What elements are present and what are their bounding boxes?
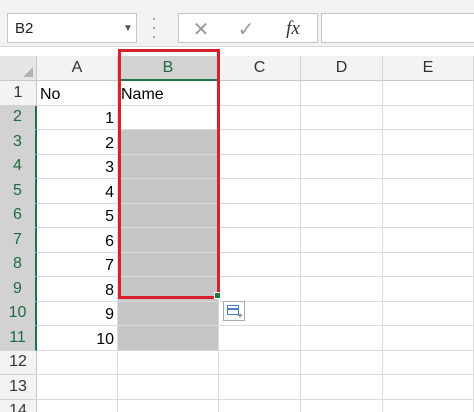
cell-d2[interactable] [301, 105, 383, 130]
row-header-1[interactable]: 1 [0, 81, 37, 106]
formula-buttons: ✕ ✓ fx [178, 13, 318, 43]
cell-e10[interactable] [383, 301, 474, 326]
cell-d11[interactable] [301, 326, 383, 351]
cell-c12[interactable] [219, 350, 301, 375]
cell-a4[interactable]: 3 [37, 154, 118, 179]
row-header-13[interactable]: 13 [0, 375, 37, 400]
cell-c4[interactable] [219, 154, 301, 179]
plus-icon: + [237, 311, 243, 322]
cell-a1[interactable]: No [37, 81, 118, 106]
fill-handle[interactable] [214, 292, 221, 299]
cell-a14[interactable] [37, 399, 118, 412]
cell-d14[interactable] [301, 399, 383, 412]
select-all-button[interactable] [0, 56, 37, 81]
row-header-4[interactable]: 4 [0, 154, 37, 179]
cell-a13[interactable] [37, 375, 118, 400]
cell-e2[interactable] [383, 105, 474, 130]
cell-d10[interactable] [301, 301, 383, 326]
cell-d13[interactable] [301, 375, 383, 400]
cell-a8[interactable]: 7 [37, 252, 118, 277]
cell-c8[interactable] [219, 252, 301, 277]
cell-e11[interactable] [383, 326, 474, 351]
selection-highlight-outline [118, 49, 220, 299]
cell-d7[interactable] [301, 228, 383, 253]
cell-a2[interactable]: 1 [37, 105, 118, 130]
row-header-14[interactable]: 14 [0, 399, 37, 412]
drag-handle-icon[interactable] [150, 18, 158, 38]
cell-d8[interactable] [301, 252, 383, 277]
column-header-a[interactable]: A [37, 56, 118, 81]
row-header-12[interactable]: 12 [0, 350, 37, 375]
cell-c7[interactable] [219, 228, 301, 253]
cell-a9[interactable]: 8 [37, 277, 118, 302]
cell-e5[interactable] [383, 179, 474, 204]
name-box-value: B2 [15, 19, 34, 37]
cell-a5[interactable]: 4 [37, 179, 118, 204]
cell-d5[interactable] [301, 179, 383, 204]
column-header-e[interactable]: E [383, 56, 474, 81]
cell-d9[interactable] [301, 277, 383, 302]
cell-e1[interactable] [383, 81, 474, 106]
row-header-11[interactable]: 11 [0, 326, 37, 351]
cell-a11[interactable]: 10 [37, 326, 118, 351]
cell-d1[interactable] [301, 81, 383, 106]
cell-c6[interactable] [219, 203, 301, 228]
cancel-icon[interactable]: ✕ [189, 18, 213, 41]
cell-d12[interactable] [301, 350, 383, 375]
cell-e4[interactable] [383, 154, 474, 179]
cell-a10[interactable]: 9 [37, 301, 118, 326]
select-all-triangle-icon [23, 67, 33, 77]
cell-a6[interactable]: 5 [37, 203, 118, 228]
cell-b10[interactable] [118, 301, 219, 326]
row-header-2[interactable]: 2 [0, 105, 37, 130]
enter-icon[interactable]: ✓ [234, 18, 258, 41]
cell-c14[interactable] [219, 399, 301, 412]
cell-e6[interactable] [383, 203, 474, 228]
cell-e8[interactable] [383, 252, 474, 277]
cell-c5[interactable] [219, 179, 301, 204]
cell-e3[interactable] [383, 130, 474, 155]
cell-b11[interactable] [118, 326, 219, 351]
column-header-d[interactable]: D [301, 56, 383, 81]
cell-b14[interactable] [118, 399, 219, 412]
cell-e7[interactable] [383, 228, 474, 253]
row-header-5[interactable]: 5 [0, 179, 37, 204]
spreadsheet-window: B2 ▼ ✕ ✓ fx A B C D E 1 No Name 2 1 3 2 4 3 5 4 6 5 7 6 8 7 9 8… [0, 0, 474, 412]
cell-a12[interactable] [37, 350, 118, 375]
cell-e12[interactable] [383, 350, 474, 375]
row-header-7[interactable]: 7 [0, 228, 37, 253]
row-header-8[interactable]: 8 [0, 252, 37, 277]
cell-c2[interactable] [219, 105, 301, 130]
cell-d4[interactable] [301, 154, 383, 179]
cell-c1[interactable] [219, 81, 301, 106]
cell-e13[interactable] [383, 375, 474, 400]
row-header-10[interactable]: 10 [0, 301, 37, 326]
cell-d6[interactable] [301, 203, 383, 228]
cell-b13[interactable] [118, 375, 219, 400]
cell-c13[interactable] [219, 375, 301, 400]
cell-e9[interactable] [383, 277, 474, 302]
row-header-6[interactable]: 6 [0, 203, 37, 228]
column-header-c[interactable]: C [219, 56, 301, 81]
cell-c11[interactable] [219, 326, 301, 351]
quick-analysis-button[interactable]: + [223, 301, 245, 322]
chevron-down-icon[interactable]: ▼ [120, 23, 136, 34]
cell-b12[interactable] [118, 350, 219, 375]
cell-e14[interactable] [383, 399, 474, 412]
row-header-3[interactable]: 3 [0, 130, 37, 155]
cell-a7[interactable]: 6 [37, 228, 118, 253]
formula-input[interactable] [321, 13, 474, 43]
cell-c3[interactable] [219, 130, 301, 155]
cell-c9[interactable] [219, 277, 301, 302]
cell-d3[interactable] [301, 130, 383, 155]
cell-a3[interactable]: 2 [37, 130, 118, 155]
name-box[interactable]: B2 ▼ [7, 13, 137, 43]
row-header-9[interactable]: 9 [0, 277, 37, 302]
insert-function-icon[interactable]: fx [281, 18, 305, 40]
formula-bar: B2 ▼ ✕ ✓ fx [0, 0, 474, 47]
